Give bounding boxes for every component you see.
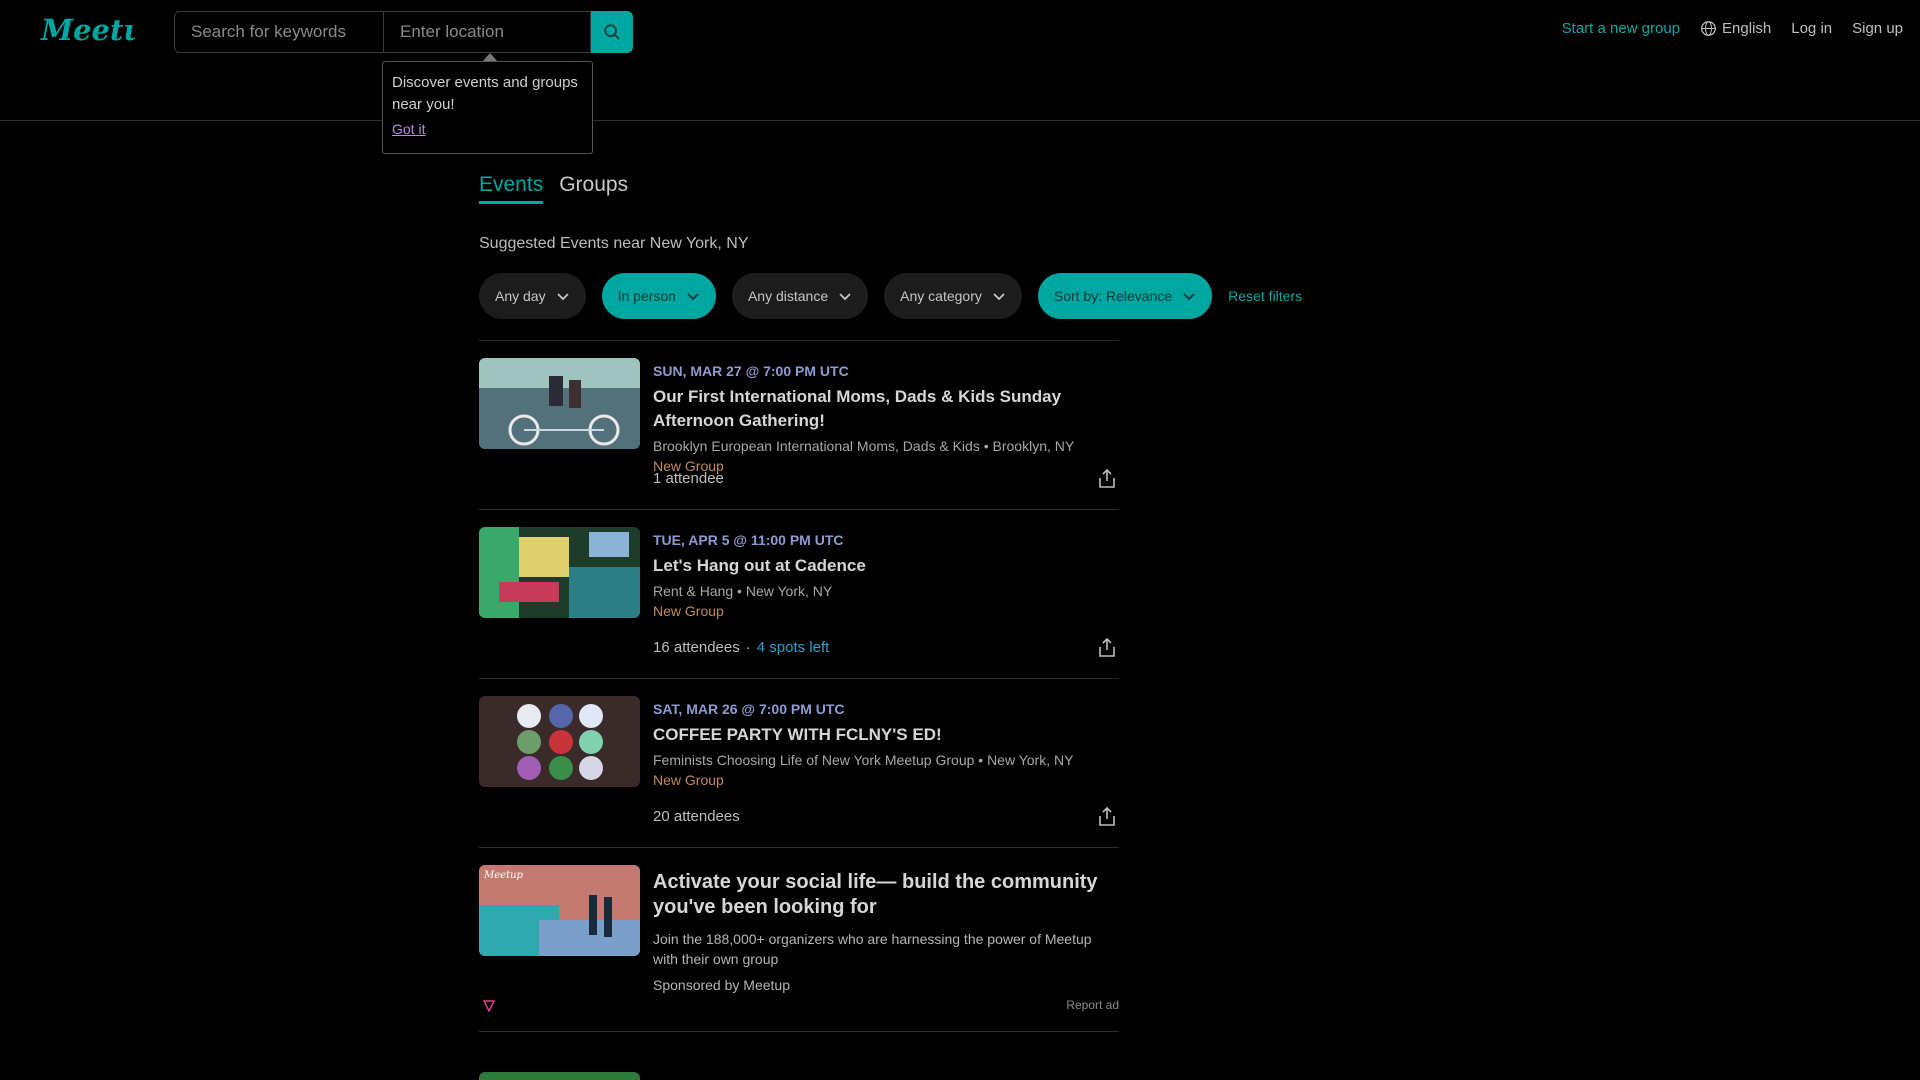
sort-filter-label: Sort by: Relevance (1053, 288, 1173, 304)
event-info: SAT, MAR 26 @ 7:00 PM UTC COFFEE PARTY W… (653, 701, 1119, 788)
reset-filters-link[interactable]: Reset filters (1228, 288, 1302, 304)
event-card[interactable]: TUE, APR 5 @ 11:00 PM UTC Let's Hang out… (479, 510, 1119, 679)
share-icon[interactable] (1097, 467, 1117, 489)
attendee-count: 1 attendee (653, 470, 724, 487)
event-attendance: 16 attendees · 4 spots left (653, 639, 829, 656)
event-group: Brooklyn European International Moms, Da… (653, 438, 1075, 454)
event-title[interactable]: Our First International Moms, Dads & Kid… (653, 385, 1119, 433)
next-event-thumbnail[interactable] (479, 1072, 640, 1080)
type-filter[interactable]: In person (601, 273, 716, 319)
event-attendance: 20 attendees (653, 808, 740, 825)
search-icon (604, 24, 620, 40)
event-group: Rent & Hang • New York, NY (653, 583, 833, 599)
event-title[interactable]: Let's Hang out at Cadence (653, 554, 1119, 578)
search-button[interactable] (591, 11, 633, 53)
event-thumbnail[interactable] (479, 527, 640, 618)
header-nav: Start a new group English Log in Sign up (1562, 20, 1903, 37)
sort-filter[interactable]: Sort by: Relevance (1037, 273, 1213, 319)
event-date: SAT, MAR 26 @ 7:00 PM UTC (653, 701, 845, 717)
category-filter[interactable]: Any category (884, 273, 1022, 319)
ad-thumbnail[interactable]: Meetup (479, 865, 640, 956)
event-info: SUN, MAR 27 @ 7:00 PM UTC Our First Inte… (653, 363, 1119, 474)
distance-filter[interactable]: Any distance (731, 273, 869, 319)
distance-filter-label: Any distance (747, 288, 829, 304)
report-ad-link[interactable]: Report ad (1066, 998, 1119, 1012)
language-label: English (1722, 20, 1772, 37)
suggested-heading: Suggested Events near New York, NY (479, 235, 749, 252)
chevron-down-icon (993, 293, 1005, 301)
ad-sponsor: Sponsored by Meetup (653, 977, 790, 993)
separator-dot: · (745, 639, 751, 656)
ad-info: Activate your social life— build the com… (653, 870, 1119, 993)
sponsored-ad[interactable]: Meetup Activate your social life— build … (479, 848, 1119, 1032)
event-card[interactable]: SUN, MAR 27 @ 7:00 PM UTC Our First Inte… (479, 341, 1119, 510)
svg-text:Meetup: Meetup (40, 13, 135, 47)
event-attendance: 1 attendee (653, 470, 724, 487)
location-input[interactable] (383, 11, 591, 53)
signup-link[interactable]: Sign up (1852, 20, 1903, 37)
type-filter-label: In person (617, 288, 676, 304)
start-group-link[interactable]: Start a new group (1562, 20, 1680, 37)
new-group-badge: New Group (653, 603, 724, 619)
tab-events[interactable]: Events (479, 173, 544, 204)
chevron-down-icon (1183, 293, 1195, 301)
event-group: Feminists Choosing Life of New York Meet… (653, 752, 1074, 768)
ad-description: Join the 188,000+ organizers who are har… (653, 931, 1092, 967)
login-link[interactable]: Log in (1791, 20, 1832, 37)
event-list: SUN, MAR 27 @ 7:00 PM UTC Our First Inte… (479, 340, 1119, 1032)
meetup-logo[interactable]: Meetup (39, 10, 135, 54)
event-date: SUN, MAR 27 @ 7:00 PM UTC (653, 363, 849, 379)
event-info: TUE, APR 5 @ 11:00 PM UTC Let's Hang out… (653, 532, 1119, 619)
tab-groups[interactable]: Groups (559, 173, 628, 204)
day-filter-label: Any day (495, 288, 546, 304)
category-filter-label: Any category (900, 288, 982, 304)
chevron-down-icon (556, 293, 569, 301)
share-icon[interactable] (1097, 636, 1117, 658)
event-thumbnail[interactable] (479, 696, 640, 787)
event-thumbnail[interactable] (479, 358, 640, 449)
result-tabs: Events Groups (479, 173, 628, 204)
chevron-down-icon (839, 293, 851, 301)
attendee-count: 20 attendees (653, 808, 740, 825)
ad-choices-icon[interactable] (483, 1000, 495, 1012)
keyword-search-input[interactable] (174, 11, 383, 53)
language-selector[interactable]: English (1700, 20, 1771, 37)
event-date: TUE, APR 5 @ 11:00 PM UTC (653, 532, 844, 548)
location-tooltip: Discover events and groups near you! Got… (382, 61, 593, 154)
top-header: Meetup Discover events and groups near y… (0, 0, 1920, 154)
spots-left: 4 spots left (756, 639, 830, 656)
day-filter[interactable]: Any day (479, 273, 586, 319)
tooltip-text: Discover events and groups near you! (392, 74, 578, 113)
search-bar (174, 11, 633, 53)
attendee-count: 16 attendees (653, 639, 740, 656)
tooltip-dismiss-link[interactable]: Got it (392, 118, 583, 140)
globe-icon (1701, 21, 1716, 36)
event-title[interactable]: COFFEE PARTY WITH FCLNY'S ED! (653, 723, 1119, 747)
ad-title[interactable]: Activate your social life— build the com… (653, 870, 1119, 920)
chevron-down-icon (687, 293, 699, 301)
share-icon[interactable] (1097, 805, 1117, 827)
ad-thumb-logo: Meetup (483, 870, 524, 881)
filter-bar: Any day In person Any distance Any categ… (479, 273, 1302, 319)
new-group-badge: New Group (653, 772, 724, 788)
event-card[interactable]: SAT, MAR 26 @ 7:00 PM UTC COFFEE PARTY W… (479, 679, 1119, 848)
